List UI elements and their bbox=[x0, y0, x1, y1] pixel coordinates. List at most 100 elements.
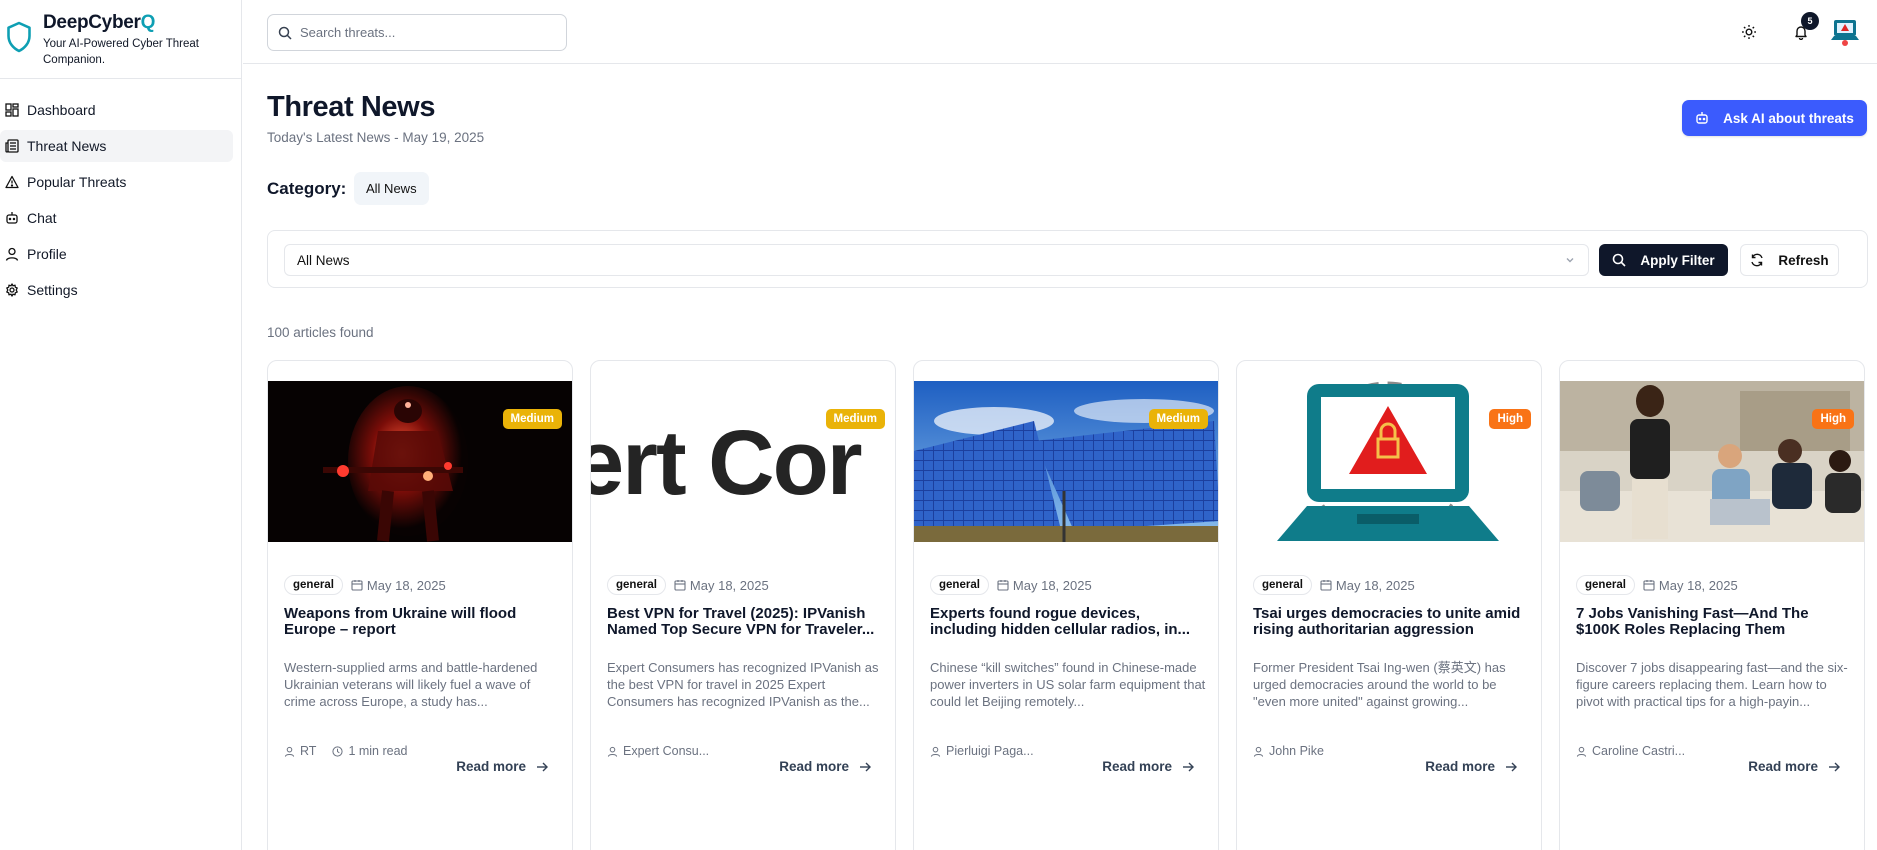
article-date: May 18, 2025 bbox=[366, 577, 446, 593]
article-description: Former President Tsai Ing-wen (蔡英文) has … bbox=[1253, 660, 1506, 709]
author-name: RT bbox=[300, 744, 317, 758]
article-title[interactable]: Experts found rogue devices, including h… bbox=[930, 606, 1206, 638]
bot-icon bbox=[1696, 112, 1708, 124]
read-more-link[interactable]: Read more bbox=[1102, 759, 1194, 774]
user-icon bbox=[284, 746, 295, 757]
article-author: Caroline Castri... bbox=[1576, 744, 1685, 758]
article-description: Western-supplied arms and battle-hardene… bbox=[284, 660, 538, 709]
sidebar-item-label: Profile bbox=[27, 246, 67, 262]
search-box[interactable] bbox=[267, 14, 567, 51]
article-card[interactable]: Medium general May 18, 2025 Experts foun… bbox=[913, 360, 1219, 850]
article-card[interactable]: High general May 18, 2025 Tsai urges dem… bbox=[1236, 360, 1542, 850]
category-select-value: All News bbox=[297, 252, 350, 268]
sidebar-item-settings[interactable]: Settings bbox=[0, 274, 233, 306]
sidebar-item-dashboard[interactable]: Dashboard bbox=[0, 94, 233, 126]
article-card[interactable]: Medium general May 18, 2025 Weapons from… bbox=[267, 360, 573, 850]
search-icon bbox=[278, 26, 292, 40]
read-time-value: 1 min read bbox=[348, 744, 408, 758]
severity-badge: Medium bbox=[825, 409, 885, 429]
arrow-right-icon bbox=[1183, 762, 1194, 771]
sidebar-item-popular-threats[interactable]: Popular Threats bbox=[0, 166, 233, 198]
user-icon bbox=[1576, 746, 1587, 757]
bot-icon bbox=[4, 210, 20, 226]
arrow-right-icon bbox=[1506, 762, 1517, 771]
chevron-down-icon bbox=[1566, 258, 1574, 263]
severity-badge: High bbox=[1489, 409, 1531, 429]
arrow-right-icon bbox=[537, 762, 548, 771]
page-subtitle: Today's Latest News - May 19, 2025 bbox=[267, 130, 485, 145]
read-more-link[interactable]: Read more bbox=[456, 759, 548, 774]
search-icon bbox=[1613, 253, 1626, 267]
severity-badge: High bbox=[1812, 409, 1854, 429]
refresh-button[interactable]: Refresh bbox=[1740, 244, 1839, 276]
article-description: Expert Consumers has recognized IPVanish… bbox=[607, 660, 879, 709]
severity-badge: Medium bbox=[1148, 409, 1208, 429]
article-title[interactable]: Weapons from Ukraine will flood Europe –… bbox=[284, 606, 560, 638]
category-label: Category: bbox=[267, 179, 347, 198]
clock-icon bbox=[332, 745, 344, 757]
article-date: May 18, 2025 bbox=[1012, 577, 1092, 593]
read-more-link[interactable]: Read more bbox=[779, 759, 871, 774]
filter-panel: All News Apply Filter Refresh bbox=[267, 230, 1868, 288]
arrow-right-icon bbox=[1829, 762, 1840, 771]
apply-filter-button[interactable]: Apply Filter bbox=[1599, 244, 1728, 276]
article-image: High bbox=[1237, 381, 1541, 542]
calendar-icon bbox=[1643, 580, 1655, 591]
read-time: 1 min read bbox=[332, 744, 408, 758]
gear-icon bbox=[4, 282, 20, 298]
article-card[interactable]: High general May 18, 2025 7 Jobs Vanishi… bbox=[1559, 360, 1865, 850]
article-author: John Pike bbox=[1253, 744, 1324, 758]
notification-count-badge: 5 bbox=[1801, 12, 1819, 30]
sidebar-item-threat-news[interactable]: Threat News bbox=[0, 130, 233, 162]
brand-name[interactable]: DeepCyberQ bbox=[43, 12, 223, 34]
article-title[interactable]: Tsai urges democracies to unite amid ris… bbox=[1253, 606, 1529, 638]
sidebar-item-profile[interactable]: Profile bbox=[0, 238, 233, 270]
search-input[interactable] bbox=[300, 25, 550, 40]
article-author: Pierluigi Paga... bbox=[930, 744, 1034, 758]
author-name: Pierluigi Paga... bbox=[946, 744, 1034, 758]
read-more-label: Read more bbox=[1425, 759, 1495, 774]
article-title[interactable]: Best VPN for Travel (2025): IPVanish Nam… bbox=[607, 606, 883, 638]
article-date: May 18, 2025 bbox=[1335, 577, 1415, 593]
sidebar-item-label: Settings bbox=[27, 282, 78, 298]
article-card[interactable]: ert Cor Medium general May 18, 2025 Best… bbox=[590, 360, 896, 850]
article-title[interactable]: 7 Jobs Vanishing Fast—And The $100K Role… bbox=[1576, 606, 1852, 638]
sidebar-item-label: Popular Threats bbox=[27, 174, 127, 190]
arrow-right-icon bbox=[860, 762, 871, 771]
read-more-label: Read more bbox=[779, 759, 849, 774]
category-tag: general bbox=[1576, 575, 1635, 595]
author-name: John Pike bbox=[1269, 744, 1324, 758]
article-date: May 18, 2025 bbox=[1658, 577, 1738, 593]
calendar-icon bbox=[1320, 580, 1332, 591]
theme-toggle-button[interactable] bbox=[1731, 10, 1767, 54]
read-more-label: Read more bbox=[1102, 759, 1172, 774]
article-description: Discover 7 jobs disappearing fast—and th… bbox=[1576, 660, 1848, 709]
read-more-link[interactable]: Read more bbox=[1748, 759, 1840, 774]
article-image: Medium bbox=[914, 381, 1218, 542]
user-icon bbox=[607, 746, 618, 757]
user-avatar-button[interactable] bbox=[1827, 10, 1863, 54]
category-select[interactable]: All News bbox=[284, 244, 1589, 276]
article-meta: general May 18, 2025 bbox=[284, 575, 446, 595]
category-chip[interactable]: All News bbox=[354, 172, 429, 205]
top-bar: 5 bbox=[243, 0, 1877, 64]
newspaper-icon bbox=[4, 138, 20, 154]
dashboard-icon bbox=[4, 102, 20, 118]
page-title: Threat News bbox=[267, 91, 436, 123]
brand: DeepCyberQ Your AI-Powered Cyber Threat … bbox=[0, 0, 241, 79]
calendar-icon bbox=[674, 580, 686, 591]
article-image-text: ert Cor bbox=[591, 412, 863, 514]
user-icon bbox=[930, 746, 941, 757]
article-meta: general May 18, 2025 bbox=[607, 575, 769, 595]
author-name: Caroline Castri... bbox=[1592, 744, 1686, 758]
category-tag: general bbox=[607, 575, 666, 595]
category-tag: general bbox=[1253, 575, 1312, 595]
read-more-link[interactable]: Read more bbox=[1425, 759, 1517, 774]
article-meta: general May 18, 2025 bbox=[1253, 575, 1415, 595]
ask-ai-button[interactable]: Ask AI about threats bbox=[1682, 100, 1867, 136]
article-image: ert Cor Medium bbox=[591, 381, 895, 542]
sidebar-item-chat[interactable]: Chat bbox=[0, 202, 233, 234]
calendar-icon bbox=[997, 580, 1009, 591]
notifications-button[interactable]: 5 bbox=[1783, 10, 1819, 54]
sidebar: DeepCyberQ Your AI-Powered Cyber Threat … bbox=[0, 0, 242, 850]
